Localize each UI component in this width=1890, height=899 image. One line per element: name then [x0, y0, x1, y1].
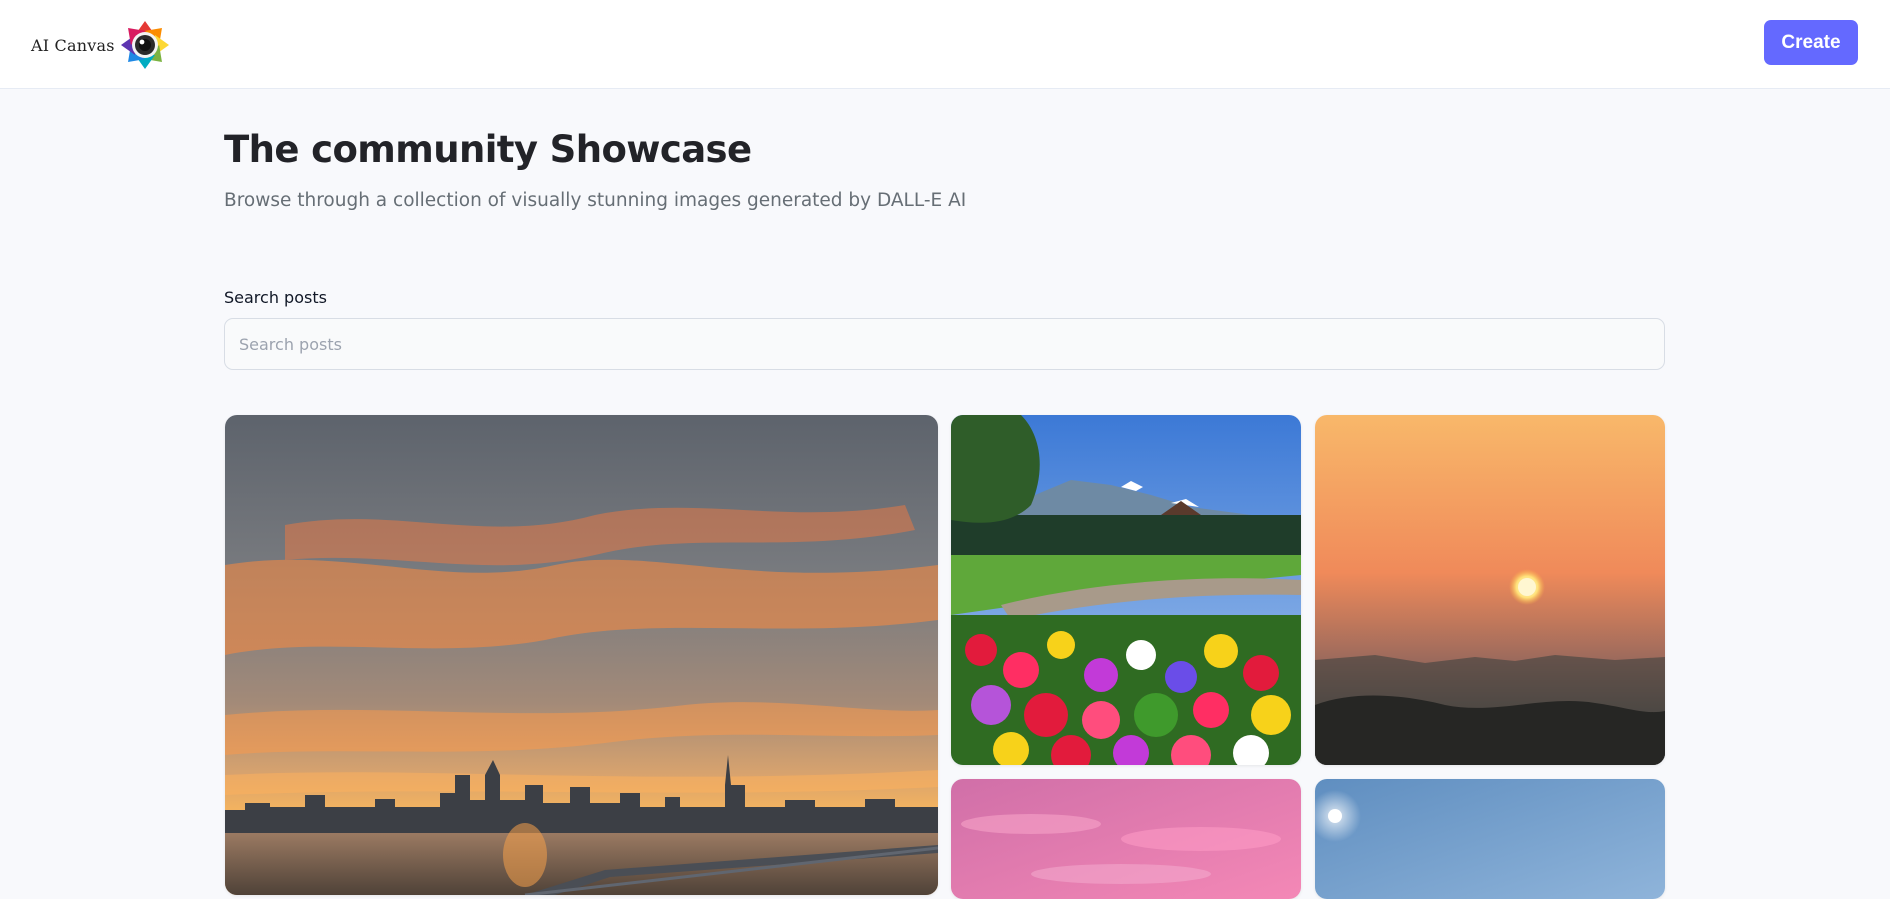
flower-garden-mountains-image — [951, 415, 1301, 765]
gallery-card[interactable] — [951, 415, 1301, 765]
search-label: Search posts — [224, 288, 327, 307]
hazy-sunset-image — [1315, 415, 1665, 765]
sunset-city-skyline-image — [225, 415, 938, 895]
create-button[interactable]: Create — [1764, 20, 1858, 65]
page-subtitle: Browse through a collection of visually … — [224, 190, 967, 211]
gallery-card[interactable] — [1315, 779, 1665, 899]
logo-text: AI Canvas — [31, 35, 115, 55]
camera-aperture-logo-icon — [120, 21, 169, 69]
blue-sky-sun-image — [1315, 779, 1665, 899]
gallery-card[interactable] — [1315, 415, 1665, 765]
top-navbar: AI Canvas Create — [0, 0, 1890, 89]
logo[interactable]: AI Canvas — [31, 18, 172, 72]
page-title: The community Showcase — [224, 128, 752, 171]
gallery-card[interactable] — [951, 779, 1301, 899]
pink-clouds-image — [951, 779, 1301, 899]
gallery-card[interactable] — [225, 415, 938, 895]
search-input[interactable] — [224, 318, 1665, 370]
